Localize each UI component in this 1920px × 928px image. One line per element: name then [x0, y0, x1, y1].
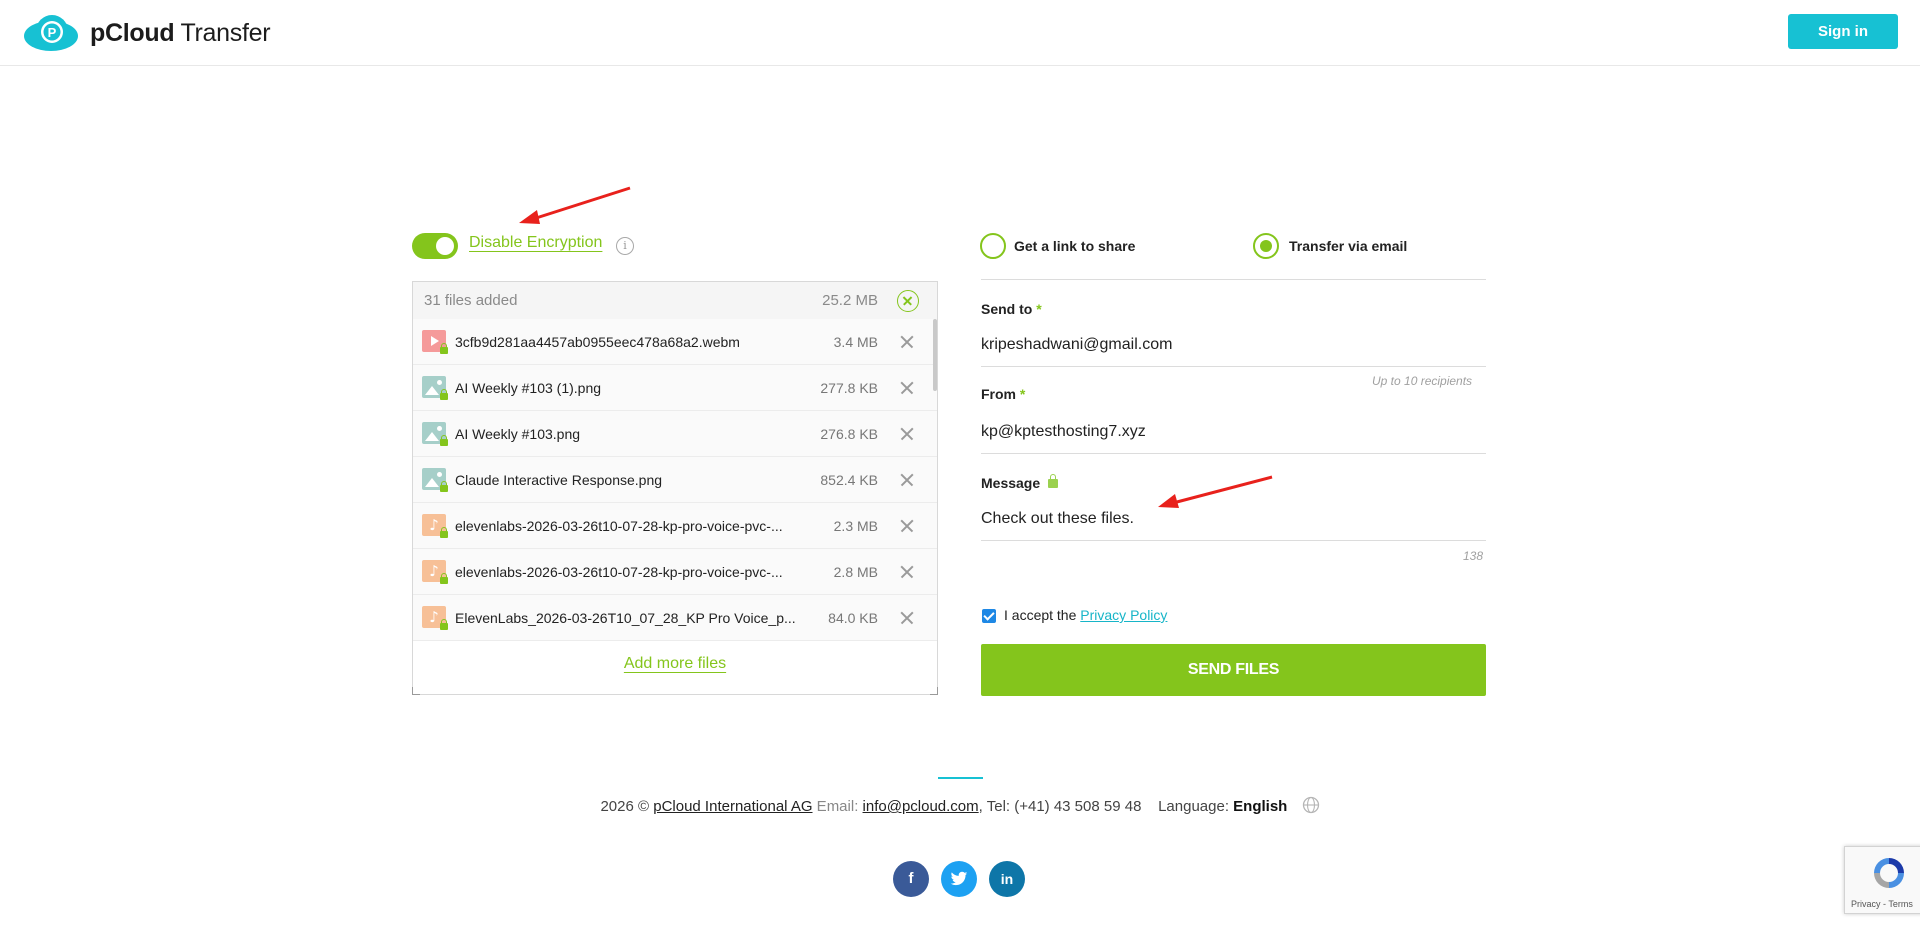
from-label: From * — [981, 386, 1026, 402]
recaptcha-icon — [1874, 858, 1904, 888]
lock-icon — [440, 573, 448, 584]
encryption-toggle[interactable] — [412, 233, 458, 259]
lock-icon — [440, 435, 448, 446]
cloud-logo-icon: P — [24, 15, 78, 51]
message-char-counter: 138 — [1463, 549, 1484, 563]
logo-text: pCloud Transfer — [90, 18, 271, 47]
files-summary-bar: 31 files added 25.2 MB — [413, 282, 937, 319]
file-name: Claude Interactive Response.png — [455, 472, 663, 488]
file-row: ♪ elevenlabs-2026-03-26t10-07-28-kp-pro-… — [413, 549, 937, 595]
twitter-icon[interactable] — [941, 861, 977, 897]
file-size: 84.0 KB — [828, 610, 878, 626]
add-more-files-link[interactable]: Add more files — [413, 655, 937, 673]
red-arrow-icon — [1158, 475, 1273, 508]
recipients-hint: Up to 10 recipients — [1372, 374, 1473, 388]
file-size: 3.4 MB — [833, 334, 878, 350]
accept-policy-text: I accept the Privacy Policy — [1004, 607, 1168, 623]
file-row: AI Weekly #103 (1).png 277.8 KB — [413, 365, 937, 411]
file-row: AI Weekly #103.png 276.8 KB — [413, 411, 937, 457]
remove-file-close-icon[interactable] — [899, 334, 915, 350]
toggle-knob — [436, 237, 454, 255]
get-link-label[interactable]: Get a link to share — [1014, 238, 1135, 254]
lock-icon — [440, 481, 448, 492]
clear-all-close-icon[interactable] — [897, 290, 919, 312]
file-name: elevenlabs-2026-03-26t10-07-28-kp-pro-vo… — [455, 518, 783, 534]
panel-corner — [412, 687, 420, 695]
file-name: ElevenLabs_2026-03-26T10_07_28_KP Pro Vo… — [455, 610, 796, 626]
info-icon[interactable]: i — [616, 237, 634, 255]
file-row: 3cfb9d281aa4457ab0955eec478a68a2.webm 3.… — [413, 319, 937, 365]
transfer-email-radio[interactable] — [1253, 233, 1279, 259]
lock-icon — [440, 619, 448, 630]
accept-policy-checkbox[interactable] — [982, 609, 996, 623]
from-underline — [981, 453, 1486, 454]
annotation-arrows — [519, 186, 1273, 508]
remove-file-close-icon[interactable] — [899, 518, 915, 534]
file-list[interactable]: 3cfb9d281aa4457ab0955eec478a68a2.webm 3.… — [413, 319, 937, 641]
files-count: 31 files added — [424, 292, 518, 309]
remove-file-close-icon[interactable] — [899, 426, 915, 442]
svg-text:P: P — [48, 25, 57, 40]
recaptcha-links[interactable]: Privacy - Terms — [1851, 899, 1913, 909]
file-name: elevenlabs-2026-03-26t10-07-28-kp-pro-vo… — [455, 564, 783, 580]
file-size: 852.4 KB — [820, 472, 878, 488]
file-row: ♪ elevenlabs-2026-03-26t10-07-28-kp-pro-… — [413, 503, 937, 549]
recaptcha-badge[interactable]: Privacy - Terms — [1844, 846, 1920, 914]
file-size: 277.8 KB — [820, 380, 878, 396]
file-name: AI Weekly #103 (1).png — [455, 380, 602, 396]
files-panel: 31 files added 25.2 MB 3cfb9d281aa4457ab… — [412, 281, 938, 695]
language-selector[interactable]: English — [1233, 798, 1287, 815]
red-arrow-icon — [519, 186, 631, 224]
facebook-icon[interactable]: f — [893, 861, 929, 897]
message-underline — [981, 540, 1486, 541]
from-input[interactable]: kp@kptesthosting7.xyz — [981, 423, 1146, 441]
lock-icon — [440, 343, 448, 354]
send-to-label: Send to * — [981, 301, 1042, 317]
remove-file-close-icon[interactable] — [899, 472, 915, 488]
remove-file-close-icon[interactable] — [899, 610, 915, 626]
transfer-email-label[interactable]: Transfer via email — [1289, 238, 1407, 254]
twitter-bird-icon — [950, 871, 968, 886]
files-total-size: 25.2 MB — [822, 292, 878, 309]
message-textarea[interactable]: Check out these files. — [981, 510, 1134, 528]
file-name: 3cfb9d281aa4457ab0955eec478a68a2.webm — [455, 334, 740, 350]
send-files-button[interactable]: SEND FILES — [981, 644, 1486, 696]
globe-icon[interactable] — [1302, 796, 1320, 814]
sign-in-button[interactable]: Sign in — [1788, 14, 1898, 49]
send-to-underline — [981, 366, 1486, 367]
send-to-input[interactable]: kripeshadwani@gmail.com — [981, 336, 1172, 354]
panel-corner — [930, 687, 938, 695]
file-row: Claude Interactive Response.png 852.4 KB — [413, 457, 937, 503]
file-list-scrollbar[interactable] — [933, 319, 937, 391]
top-header: P pCloud Transfer Sign in — [0, 0, 1920, 66]
file-size: 276.8 KB — [820, 426, 878, 442]
file-size: 2.3 MB — [833, 518, 878, 534]
get-link-radio[interactable] — [980, 233, 1006, 259]
lock-icon — [440, 527, 448, 538]
footer-accent-line — [938, 777, 983, 779]
message-label: Message — [981, 475, 1041, 491]
pcloud-logo[interactable]: P pCloud Transfer — [22, 14, 271, 52]
footer-info: 2026 © pCloud International AG Email: in… — [0, 796, 1920, 815]
disable-encryption-link[interactable]: Disable Encryption — [469, 234, 602, 252]
file-size: 2.8 MB — [833, 564, 878, 580]
remove-file-close-icon[interactable] — [899, 564, 915, 580]
linkedin-icon[interactable]: in — [989, 861, 1025, 897]
divider — [981, 279, 1486, 280]
lock-icon — [440, 389, 448, 400]
lock-icon — [1048, 474, 1058, 488]
email-link[interactable]: info@pcloud.com — [863, 798, 979, 815]
remove-file-close-icon[interactable] — [899, 380, 915, 396]
file-name: AI Weekly #103.png — [455, 426, 581, 442]
file-row: ♪ ElevenLabs_2026-03-26T10_07_28_KP Pro … — [413, 595, 937, 641]
company-link[interactable]: pCloud International AG — [653, 798, 812, 815]
privacy-policy-link[interactable]: Privacy Policy — [1080, 607, 1167, 623]
